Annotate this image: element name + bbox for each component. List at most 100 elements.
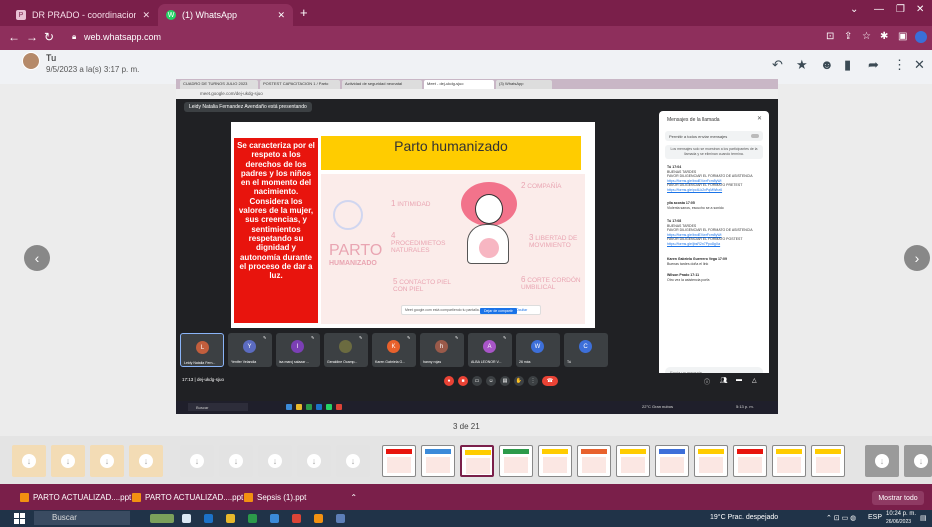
task-view-icon[interactable] [182, 514, 191, 523]
inner-app-icon [336, 404, 342, 410]
download-item[interactable]: PARTO ACTUALIZAD....ppt⌃ [20, 493, 142, 502]
media-thumbnail[interactable]: ↓ [12, 445, 46, 477]
more-options-icon[interactable]: ⋮ [893, 57, 906, 73]
download-icon[interactable]: ↓ [914, 454, 928, 468]
ppt-file-icon [20, 493, 29, 502]
sender-avatar[interactable] [22, 52, 40, 70]
system-tray-icons[interactable]: ⌃ ⊡ ▭ ◍ [826, 514, 856, 522]
download-item[interactable]: PARTO ACTUALIZAD....ppt⌃ [132, 493, 254, 502]
media-thumbnail[interactable] [694, 445, 728, 477]
extensions-icon[interactable]: ✱ [880, 31, 888, 42]
media-thumbnail[interactable] [733, 445, 767, 477]
back-icon[interactable]: ← [8, 30, 20, 44]
tab-dr-prado[interactable]: P DR PRADO - coordinacionmedic ✕ [8, 4, 158, 26]
meeting-time: 17:13 | dej-ukdg-sjuo [182, 377, 224, 382]
download-icon[interactable]: ↓ [190, 454, 204, 468]
media-thumbnail[interactable] [382, 445, 416, 477]
participant-tile: L Leidy Natalia Fern... [180, 333, 224, 367]
sidepanel-icon[interactable]: ▣ [898, 31, 907, 42]
share-icon[interactable]: ⇪ [844, 31, 852, 42]
previous-media-button[interactable]: ‹ [24, 245, 50, 271]
download-item[interactable]: Sepsis (1).ppt ⌃ [244, 493, 357, 502]
reply-icon[interactable]: ↶ [772, 57, 783, 73]
close-viewer-icon[interactable]: ✕ [914, 57, 925, 73]
download-icon[interactable]: ↓ [61, 454, 75, 468]
media-thumbnail-current[interactable] [460, 445, 494, 477]
chat-title: Mensajes de la llamada [667, 117, 720, 123]
media-thumbnail[interactable]: ↓ [90, 445, 124, 477]
mic-off-icon: ● [444, 376, 454, 386]
media-thumbnail[interactable]: ↓ [865, 445, 899, 477]
bookmark-star-icon[interactable]: ☆ [862, 31, 871, 42]
app-icon[interactable] [336, 514, 345, 523]
forward-icon[interactable]: → [26, 30, 38, 44]
media-thumbnail[interactable] [616, 445, 650, 477]
media-thumbnail[interactable]: ↓ [297, 445, 331, 477]
media-thumbnail[interactable] [655, 445, 689, 477]
inner-app-icon [316, 404, 322, 410]
word-icon[interactable] [270, 514, 279, 523]
media-thumbnail[interactable]: ↓ [51, 445, 85, 477]
download-icon[interactable]: ↓ [346, 454, 360, 468]
media-thumbnail[interactable]: ↓ [904, 445, 932, 477]
definition-text: Se caracteriza por el respeto a los dere… [237, 141, 315, 281]
notifications-icon[interactable]: ▤ [920, 514, 927, 522]
media-thumbnail[interactable] [811, 445, 845, 477]
media-thumbnail[interactable]: ↓ [336, 445, 370, 477]
inner-clock: 5:13 p. m. [736, 404, 754, 409]
download-icon[interactable]: ↓ [268, 454, 282, 468]
chrome-icon[interactable] [292, 514, 301, 523]
install-app-icon[interactable]: ⊡ [826, 31, 834, 42]
download-icon[interactable]: ↓ [100, 454, 114, 468]
windows-start-icon[interactable] [14, 513, 25, 524]
powerpoint-icon[interactable] [314, 514, 323, 523]
tab-search-chevron-icon[interactable]: ⌄ [850, 4, 858, 15]
media-thumbnail[interactable] [499, 445, 533, 477]
clock-date[interactable]: 26/06/2023 [886, 519, 911, 525]
star-icon[interactable]: ★ [796, 57, 808, 73]
participant-tile: Y Yenifer Velandia ✎ [228, 333, 272, 367]
excel-icon[interactable] [248, 514, 257, 523]
profile-avatar[interactable] [915, 31, 927, 43]
language-indicator[interactable]: ESP [868, 514, 882, 521]
media-thumbnail[interactable]: ↓ [219, 445, 253, 477]
pregnant-woman-illustration [453, 182, 523, 268]
media-thumbnail[interactable] [577, 445, 611, 477]
maximize-icon[interactable]: ❐ [896, 4, 905, 15]
download-icon[interactable]: ↓ [139, 454, 153, 468]
file-explorer-icon[interactable] [226, 514, 235, 523]
weather-widget[interactable]: 19°C Prac. despejado [710, 514, 778, 521]
widgets-icon[interactable] [150, 514, 174, 523]
download-icon[interactable]: ↓ [307, 454, 321, 468]
media-thumbnail[interactable] [421, 445, 455, 477]
media-thumbnail[interactable]: ↓ [258, 445, 292, 477]
url-field[interactable]: web.whatsapp.com [84, 32, 161, 42]
close-tab-icon[interactable]: ✕ [277, 10, 285, 21]
download-icon[interactable]: ↓ [22, 454, 36, 468]
clock-time[interactable]: 10:24 p. m. [886, 511, 916, 517]
edge-icon[interactable] [204, 514, 213, 523]
forward-message-icon[interactable]: ➦ [868, 57, 879, 73]
sticker-icon[interactable]: ☻ [820, 57, 834, 72]
show-all-button[interactable]: Mostrar todo [872, 491, 924, 505]
presentation-slide: Parto humanizado Se caracteriza por el r… [231, 122, 595, 328]
chevron-up-icon[interactable]: ⌃ [350, 493, 357, 502]
reload-icon[interactable]: ↻ [44, 30, 54, 44]
download-icon[interactable]: ↓ [229, 454, 243, 468]
media-thumbnail[interactable]: ↓ [129, 445, 163, 477]
close-window-icon[interactable]: ✕ [916, 4, 924, 15]
taskbar-search-input[interactable]: Buscar [34, 511, 130, 525]
close-tab-icon[interactable]: ✕ [142, 10, 150, 21]
minimize-icon[interactable]: — [874, 4, 884, 15]
chat-message: yila acosta 17:05 Violenta sanos, escuch… [667, 201, 724, 210]
media-thumbnail[interactable] [538, 445, 572, 477]
media-thumbnail[interactable]: ↓ [180, 445, 214, 477]
muted-icon: ✎ [311, 335, 315, 340]
download-icon[interactable]: ↓ [875, 454, 889, 468]
delete-icon[interactable]: ▮ [844, 57, 851, 73]
next-media-button[interactable]: › [904, 245, 930, 271]
new-tab-icon[interactable]: + [300, 5, 308, 20]
tab-whatsapp[interactable]: W (1) WhatsApp ✕ [158, 4, 293, 26]
chat-notice: Los mensajes solo se muestran a los part… [665, 145, 763, 159]
media-thumbnail[interactable] [772, 445, 806, 477]
